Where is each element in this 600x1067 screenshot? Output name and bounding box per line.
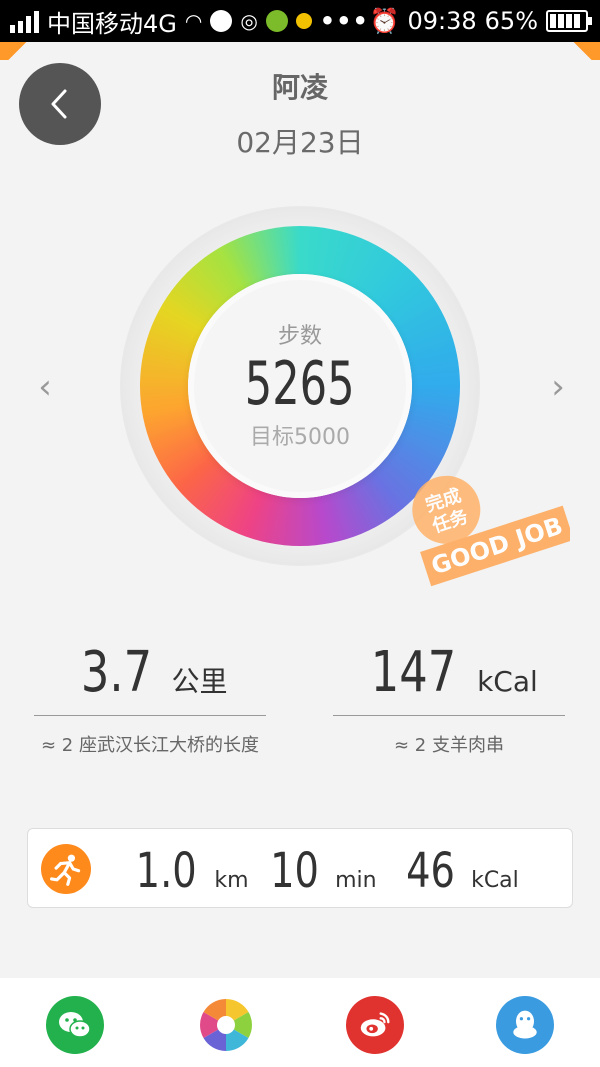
date-label: 02月23日 bbox=[236, 126, 364, 159]
battery-percent: 65% bbox=[484, 7, 538, 35]
user-name: 阿凌 bbox=[271, 71, 328, 104]
album-icon bbox=[200, 999, 252, 1051]
good-job-stamp: 完成 任务 GOOD JOB bbox=[405, 450, 574, 600]
more-icon: ••• bbox=[319, 7, 369, 35]
qq-browser-icon bbox=[210, 10, 233, 32]
divider bbox=[333, 715, 565, 716]
workout-distance-unit: km bbox=[214, 868, 249, 893]
workout-duration-unit: min bbox=[335, 868, 377, 893]
prev-day-chevron-icon[interactable]: ‹ bbox=[30, 370, 60, 404]
calorie-comparison: ≈ 2 支羊肉串 bbox=[394, 735, 504, 756]
app-status-icon bbox=[265, 10, 288, 32]
calorie-unit: kCal bbox=[477, 665, 538, 698]
weibo-icon bbox=[360, 1012, 390, 1037]
workout-calories: 46 kCal bbox=[400, 843, 519, 899]
alarm-icon: ⏰ bbox=[369, 7, 400, 35]
qq-share-button[interactable] bbox=[496, 996, 554, 1054]
carrier-label: 中国移动4G bbox=[47, 9, 177, 38]
status-bar: 中国移动4G ◠ ◎ ••• ⏰ 09:38 65% bbox=[0, 0, 600, 42]
steps-value: 5265 bbox=[245, 348, 355, 419]
steps-label: 步数 bbox=[277, 323, 322, 349]
next-day-chevron-icon[interactable]: › bbox=[543, 370, 573, 404]
calorie-metric: 147 kCal ≈ 2 支羊肉串 bbox=[333, 640, 565, 757]
steps-goal: 目标5000 bbox=[250, 424, 350, 450]
distance-comparison: ≈ 2 座武汉长江大桥的长度 bbox=[41, 735, 259, 756]
wechat-icon bbox=[59, 1012, 91, 1038]
share-bar bbox=[0, 978, 600, 1067]
workout-distance-value: 1.0 bbox=[135, 843, 197, 899]
wechat-share-button[interactable] bbox=[46, 996, 104, 1054]
wifi-icon: ◠ bbox=[184, 9, 203, 33]
notification-dot-icon bbox=[295, 13, 312, 29]
clock: 09:38 bbox=[407, 7, 477, 35]
corner-decoration-right bbox=[560, 42, 600, 60]
distance-unit: 公里 bbox=[171, 665, 228, 698]
distance-value: 3.7 bbox=[81, 640, 153, 705]
signal-icon bbox=[10, 9, 39, 33]
workout-duration-value: 10 bbox=[270, 843, 319, 899]
calorie-value: 147 bbox=[370, 640, 457, 705]
workout-calories-value: 46 bbox=[406, 843, 455, 899]
album-share-button[interactable] bbox=[197, 996, 255, 1054]
workout-calories-unit: kCal bbox=[471, 868, 519, 893]
ring-center: 步数 5265 目标5000 bbox=[188, 274, 412, 498]
divider bbox=[34, 715, 266, 716]
corner-decoration-left bbox=[0, 42, 40, 60]
battery-icon bbox=[546, 10, 592, 32]
workout-duration: 10 min bbox=[264, 843, 377, 899]
qq-icon bbox=[513, 1010, 537, 1039]
running-icon bbox=[41, 844, 91, 894]
weibo-share-button[interactable] bbox=[346, 996, 404, 1054]
weibo-status-icon: ◎ bbox=[240, 9, 258, 33]
workout-distance: 1.0 km bbox=[128, 843, 249, 899]
distance-metric: 3.7 公里 ≈ 2 座武汉长江大桥的长度 bbox=[34, 640, 266, 757]
workout-card[interactable]: 1.0 km 10 min 46 kCal bbox=[27, 828, 573, 908]
